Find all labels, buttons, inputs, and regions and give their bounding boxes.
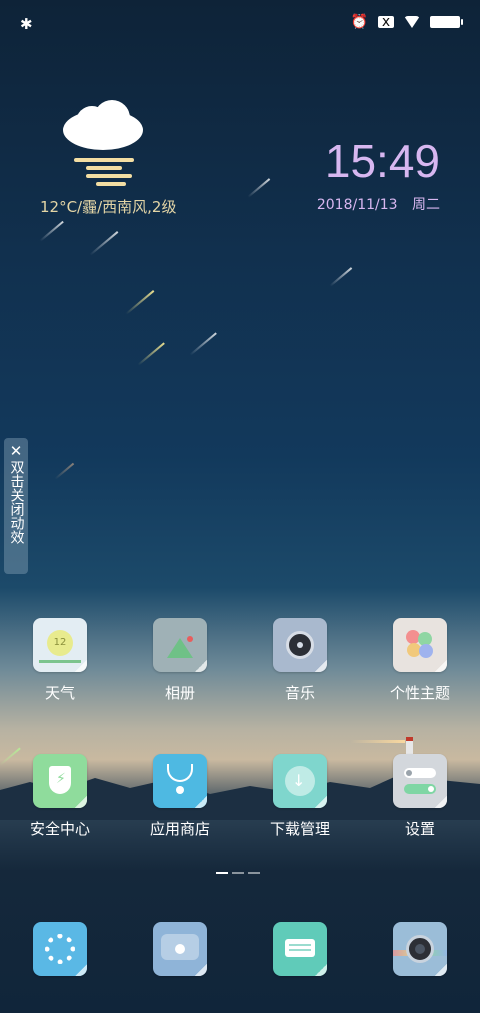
weekday-text: 周二 — [412, 197, 440, 213]
page-dot[interactable] — [216, 872, 228, 874]
app-themes[interactable]: 个性主题 — [360, 618, 480, 703]
dock-camera[interactable] — [360, 922, 480, 976]
clock-time: 15:49 — [324, 135, 440, 187]
fog-line — [86, 174, 132, 178]
meteor-decoration — [350, 740, 405, 743]
music-icon — [273, 618, 327, 672]
app-label: 相册 — [164, 684, 195, 702]
messages-icon — [273, 922, 327, 976]
meteor-decoration — [125, 290, 155, 315]
app-settings[interactable]: 设置 — [360, 754, 480, 839]
disable-animation-tab[interactable]: ✕ 双击关闭动效 — [4, 438, 28, 574]
status-bar: ✱ ⏰ x — [0, 0, 480, 50]
browser-icon — [153, 922, 207, 976]
camera-icon — [393, 922, 447, 976]
date-text: 2018/11/13 — [316, 197, 398, 213]
bluetooth-icon: ✱ — [20, 15, 33, 33]
dock-messages[interactable] — [240, 922, 360, 976]
weather-icon: 12 — [33, 618, 87, 672]
weather-summary: 12°C/霾/西南风,2级 — [40, 198, 177, 216]
alarm-icon: ⏰ — [350, 14, 368, 30]
app-store-icon — [153, 754, 207, 808]
app-label: 天气 — [44, 684, 75, 702]
battery-icon — [430, 16, 463, 28]
app-label: 下载管理 — [269, 820, 330, 838]
fog-line — [96, 182, 126, 186]
clock-date: 2018/11/13 周二 — [317, 194, 440, 214]
fog-line — [86, 166, 122, 170]
meteor-decoration — [54, 462, 74, 480]
notification-icon: x — [378, 15, 394, 29]
theme-icon — [393, 618, 447, 672]
app-label: 应用商店 — [149, 820, 210, 838]
download-icon: ↓ — [273, 754, 327, 808]
app-download-manager[interactable]: ↓ 下载管理 — [240, 754, 360, 839]
phone-dialer-icon — [33, 922, 87, 976]
meteor-decoration — [137, 342, 165, 366]
page-indicator — [216, 872, 260, 874]
cloudy-fog-icon — [63, 100, 143, 150]
app-label: 安全中心 — [29, 820, 90, 838]
security-icon: ⚡ — [33, 754, 87, 808]
gallery-icon — [153, 618, 207, 672]
app-gallery[interactable]: 相册 — [120, 618, 240, 703]
app-label: 设置 — [404, 820, 435, 838]
dock-browser[interactable] — [120, 922, 240, 976]
wifi-icon — [404, 16, 420, 28]
settings-icon — [393, 754, 447, 808]
page-dot[interactable] — [248, 872, 260, 874]
meteor-decoration — [39, 220, 64, 242]
dock-phone[interactable] — [0, 922, 120, 976]
app-label: 个性主题 — [389, 684, 450, 702]
meteor-decoration — [189, 332, 217, 356]
app-label: 音乐 — [284, 684, 315, 702]
meteor-decoration — [329, 267, 352, 287]
app-row-1: 12 天气 相册 音乐 个性主题 — [0, 618, 480, 703]
fog-line — [74, 158, 134, 162]
meteor-decoration — [247, 178, 270, 198]
dock — [0, 922, 480, 976]
page-dot[interactable] — [232, 872, 244, 874]
app-weather[interactable]: 12 天气 — [0, 618, 120, 703]
close-icon[interactable]: ✕ — [4, 442, 28, 460]
app-music[interactable]: 音乐 — [240, 618, 360, 703]
clock-widget[interactable]: 15:49 2018/11/13 周二 — [317, 136, 440, 214]
meteor-decoration — [89, 231, 119, 256]
disable-animation-label: 双击关闭动效 — [8, 460, 25, 544]
app-row-2: ⚡ 安全中心 应用商店 ↓ 下载管理 设置 — [0, 754, 480, 839]
app-store[interactable]: 应用商店 — [120, 754, 240, 839]
app-security-center[interactable]: ⚡ 安全中心 — [0, 754, 120, 839]
